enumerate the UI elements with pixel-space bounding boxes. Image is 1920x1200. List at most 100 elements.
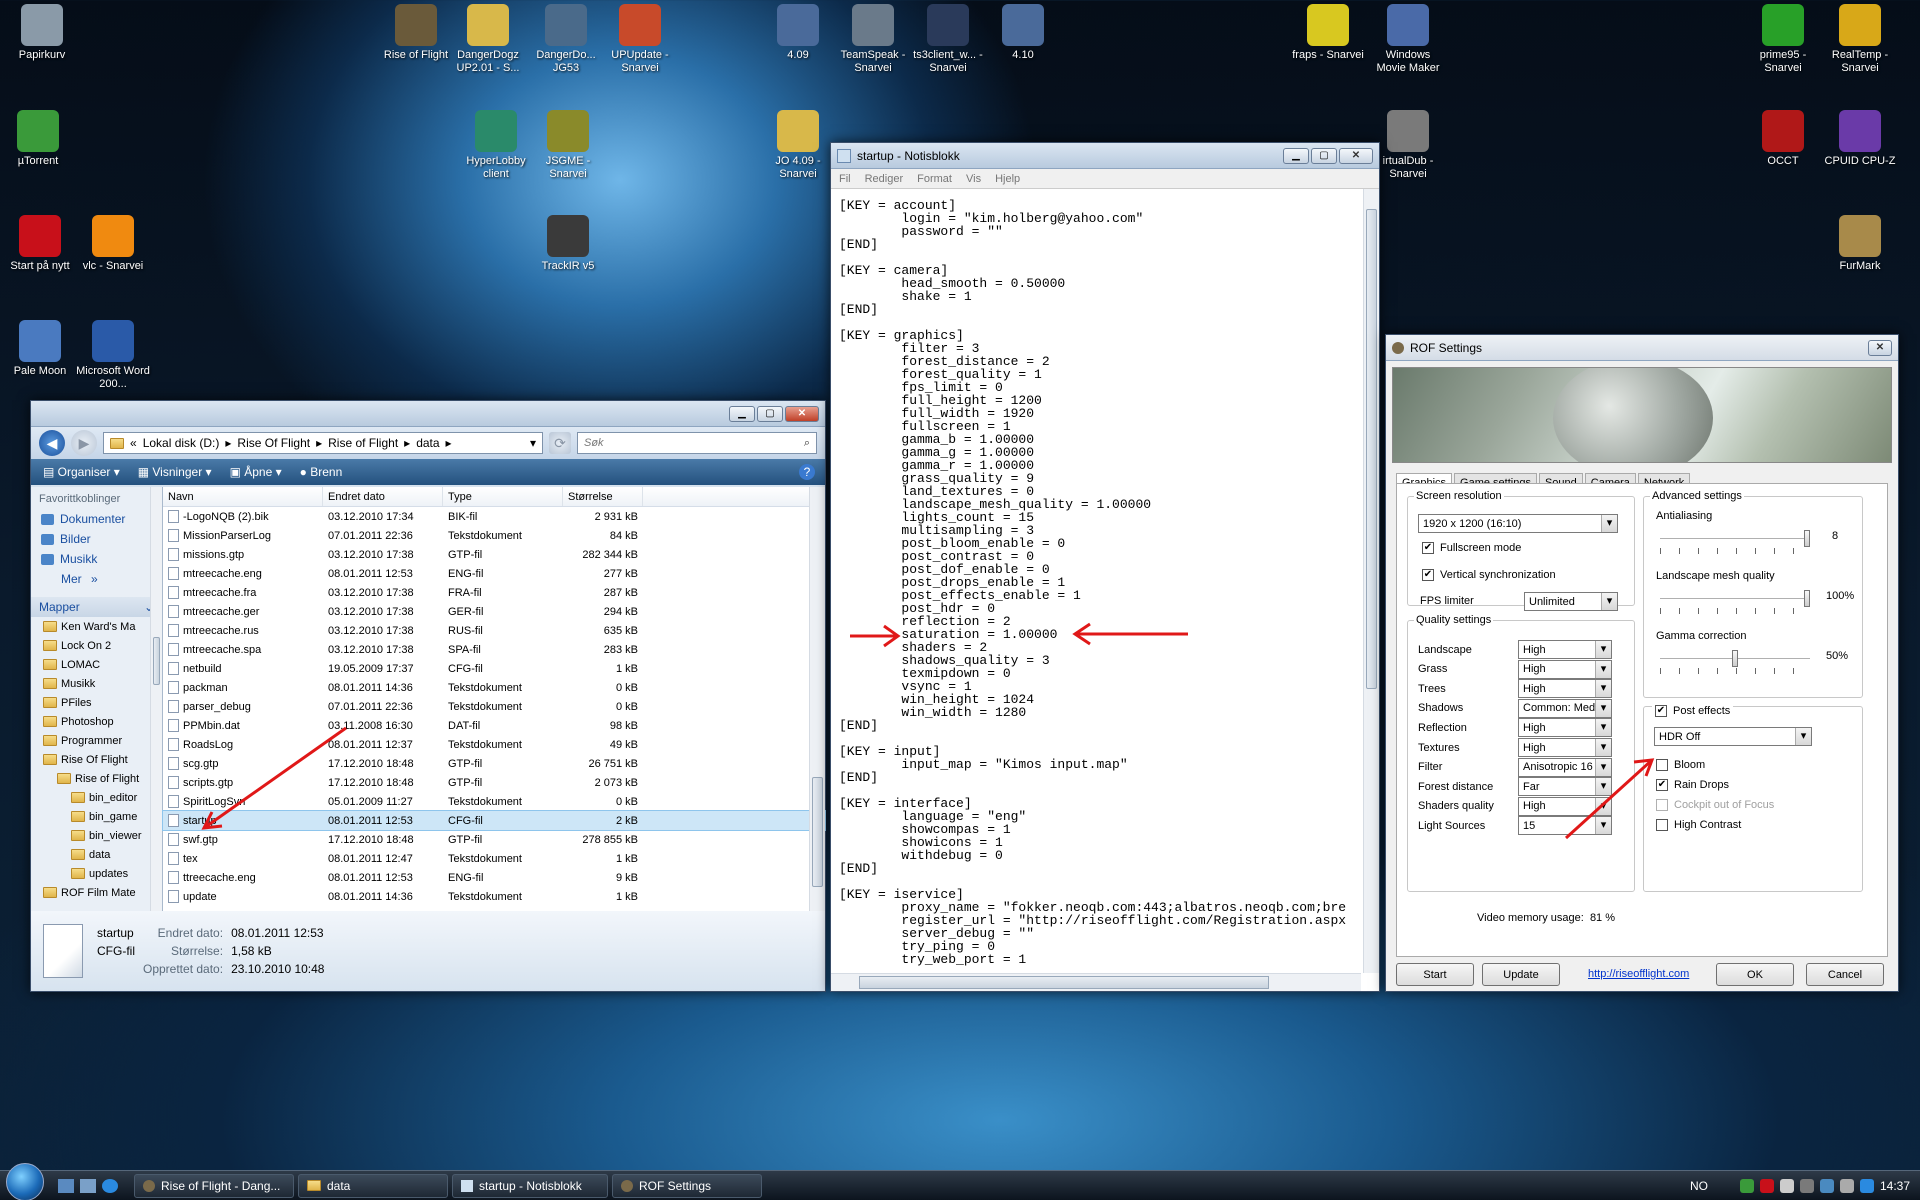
- internet-explorer-icon[interactable]: [102, 1178, 118, 1193]
- tree-item[interactable]: ROF Film Mate: [31, 883, 162, 902]
- file-row[interactable]: missions.gtp 03.12.2010 17:38 GTP-fil 282 3…: [163, 545, 825, 564]
- desktop-icon[interactable]: HyperLobby client: [458, 110, 534, 181]
- tree-item[interactable]: bin_viewer: [31, 826, 162, 845]
- tree-item[interactable]: Programmer: [31, 731, 162, 750]
- quality-select[interactable]: 15: [1518, 816, 1612, 836]
- tree-item[interactable]: Rise Of Flight: [31, 750, 162, 769]
- cancel-button[interactable]: Cancel: [1806, 963, 1884, 986]
- burn-button[interactable]: ● Brenn: [300, 465, 343, 479]
- minimize-icon[interactable]: ▁: [1283, 147, 1309, 164]
- quality-select[interactable]: Far: [1518, 777, 1612, 797]
- col-name[interactable]: Navn: [163, 487, 323, 506]
- update-button[interactable]: Update: [1482, 963, 1560, 986]
- file-row[interactable]: ttreecache.eng 08.01.2011 12:53 ENG-fil 9 k…: [163, 868, 825, 887]
- col-date[interactable]: Endret dato: [323, 487, 443, 506]
- desktop-icon[interactable]: JSGME - Snarvei: [530, 110, 606, 181]
- explorer-titlebar[interactable]: ▁ ▢ ✕: [31, 401, 825, 427]
- search-input[interactable]: Søk ⌕: [577, 432, 817, 454]
- tree-item[interactable]: data: [31, 845, 162, 864]
- desktop-icon[interactable]: Windows Movie Maker: [1370, 4, 1446, 75]
- desktop-icon[interactable]: Rise of Flight: [378, 4, 454, 62]
- menu-format[interactable]: Format: [917, 173, 952, 185]
- tree-item[interactable]: bin_editor: [31, 788, 162, 807]
- folders-header[interactable]: Mapper ⌄: [31, 597, 162, 617]
- close-icon[interactable]: ✕: [785, 405, 819, 422]
- fps-select[interactable]: Unlimited: [1524, 592, 1618, 611]
- notepad-vscrollbar[interactable]: [1363, 189, 1379, 973]
- menu-file[interactable]: Fil: [839, 173, 851, 185]
- taskbar-item-rise-of-flight[interactable]: Rise of Flight - Dang...: [134, 1173, 294, 1198]
- clock[interactable]: 14:37: [1880, 1179, 1910, 1193]
- help-icon[interactable]: ?: [799, 464, 815, 480]
- tree-scrollbar[interactable]: [150, 487, 162, 911]
- tree-item[interactable]: Ken Ward's Ma: [31, 617, 162, 636]
- notepad-text-area[interactable]: [KEY = account] login = "kim.holberg@yah…: [831, 189, 1361, 973]
- tree-item[interactable]: Lock On 2: [31, 636, 162, 655]
- desktop-icon[interactable]: µTorrent: [0, 110, 76, 168]
- close-icon[interactable]: ✕: [1339, 147, 1373, 164]
- breadcrumb-2[interactable]: Rise of Flight: [328, 436, 398, 450]
- minimize-icon[interactable]: ▁: [729, 405, 755, 422]
- organize-button[interactable]: ▤ Organiser ▾: [43, 465, 120, 479]
- quality-select[interactable]: Anisotropic 16: [1518, 757, 1612, 777]
- tree-item[interactable]: Musikk: [31, 674, 162, 693]
- menu-view[interactable]: Vis: [966, 173, 981, 185]
- desktop-icon[interactable]: JO 4.09 - Snarvei: [760, 110, 836, 181]
- tree-item[interactable]: PFiles: [31, 693, 162, 712]
- tree-item[interactable]: Rise of Flight: [31, 769, 162, 788]
- quality-select[interactable]: High: [1518, 796, 1612, 816]
- forward-button[interactable]: ▶: [71, 430, 97, 456]
- file-row[interactable]: parser_debug 07.01.2011 22:36 Tekstdokumen…: [163, 697, 825, 716]
- close-icon[interactable]: ✕: [1868, 339, 1892, 356]
- switch-windows-icon[interactable]: [80, 1178, 96, 1193]
- taskbar-item-data[interactable]: data: [298, 1173, 448, 1198]
- desktop-icon[interactable]: RealTemp - Snarvei: [1822, 4, 1898, 75]
- desktop-icon[interactable]: FurMark: [1822, 215, 1898, 273]
- vsync-checkbox[interactable]: ✔ Vertical synchronization: [1422, 569, 1556, 581]
- tray-icon[interactable]: [1859, 1178, 1874, 1193]
- volume-icon[interactable]: [1839, 1178, 1854, 1193]
- quality-select[interactable]: High: [1518, 640, 1612, 659]
- file-row[interactable]: mtreecache.rus 03.12.2010 17:38 RUS-fil 635…: [163, 621, 825, 640]
- menu-edit[interactable]: Rediger: [865, 173, 904, 185]
- tree-item[interactable]: updates: [31, 864, 162, 883]
- file-row[interactable]: update 08.01.2011 14:36 Tekstdokument 1 kB: [163, 887, 825, 906]
- desktop-icon[interactable]: 4.09: [760, 4, 836, 62]
- desktop-icon[interactable]: TrackIR v5: [530, 215, 606, 273]
- views-button[interactable]: ▦ Visninger ▾: [138, 465, 212, 479]
- desktop-icon[interactable]: 4.10: [985, 4, 1061, 62]
- breadcrumb-1[interactable]: Rise Of Flight: [237, 436, 310, 450]
- effect-checkbox[interactable]: Bloom: [1656, 759, 1705, 771]
- desktop-icon[interactable]: OCCT: [1745, 110, 1821, 168]
- refresh-icon[interactable]: ⟳: [549, 432, 571, 454]
- desktop-icon[interactable]: irtualDub - Snarvei: [1370, 110, 1446, 181]
- address-bar[interactable]: « Lokal disk (D:) ▸ Rise Of Flight ▸ Rise …: [103, 432, 543, 454]
- back-button[interactable]: ◀: [39, 430, 65, 456]
- tree-item[interactable]: Photoshop: [31, 712, 162, 731]
- rof-titlebar[interactable]: ROF Settings ✕: [1386, 335, 1898, 361]
- file-row[interactable]: -LogoNQB (2).bik 03.12.2010 17:34 BIK-fil 2…: [163, 507, 825, 526]
- file-scrollbar[interactable]: [809, 487, 825, 911]
- file-row[interactable]: SpiritLogSvn 05.01.2009 11:27 Tekstdokumen…: [163, 792, 825, 811]
- quality-select[interactable]: High: [1518, 679, 1612, 699]
- quality-select[interactable]: High: [1518, 718, 1612, 738]
- taskbar-item-rof-settings[interactable]: ROF Settings: [612, 1173, 762, 1198]
- file-row[interactable]: scg.gtp 17.12.2010 18:48 GTP-fil 26 751 kB: [163, 754, 825, 773]
- fav-music[interactable]: Musikk: [31, 549, 162, 569]
- tree-item[interactable]: LOMAC: [31, 655, 162, 674]
- effect-checkbox[interactable]: ✔ Rain Drops: [1656, 779, 1729, 791]
- desktop-icon[interactable]: CPUID CPU-Z: [1822, 110, 1898, 168]
- notepad-titlebar[interactable]: startup - Notisblokk ▁ ▢ ✕: [831, 143, 1379, 169]
- breadcrumb-0[interactable]: Lokal disk (D:): [143, 436, 220, 450]
- resolution-select[interactable]: 1920 x 1200 (16:10): [1418, 514, 1618, 533]
- desktop-icon[interactable]: TeamSpeak - Snarvei: [835, 4, 911, 75]
- tray-icon[interactable]: [1799, 1178, 1814, 1193]
- desktop-icon[interactable]: DangerDogz UP2.01 - S...: [450, 4, 526, 75]
- tree-item[interactable]: bin_game: [31, 807, 162, 826]
- notepad-hscrollbar[interactable]: [831, 973, 1361, 991]
- desktop-icon[interactable]: Start på nytt: [2, 215, 78, 273]
- dropdown-icon[interactable]: ▾: [530, 436, 536, 450]
- file-row[interactable]: mtreecache.fra 03.12.2010 17:38 FRA-fil 287…: [163, 583, 825, 602]
- ati-tray-icon[interactable]: [1759, 1178, 1774, 1193]
- maximize-icon[interactable]: ▢: [757, 405, 783, 422]
